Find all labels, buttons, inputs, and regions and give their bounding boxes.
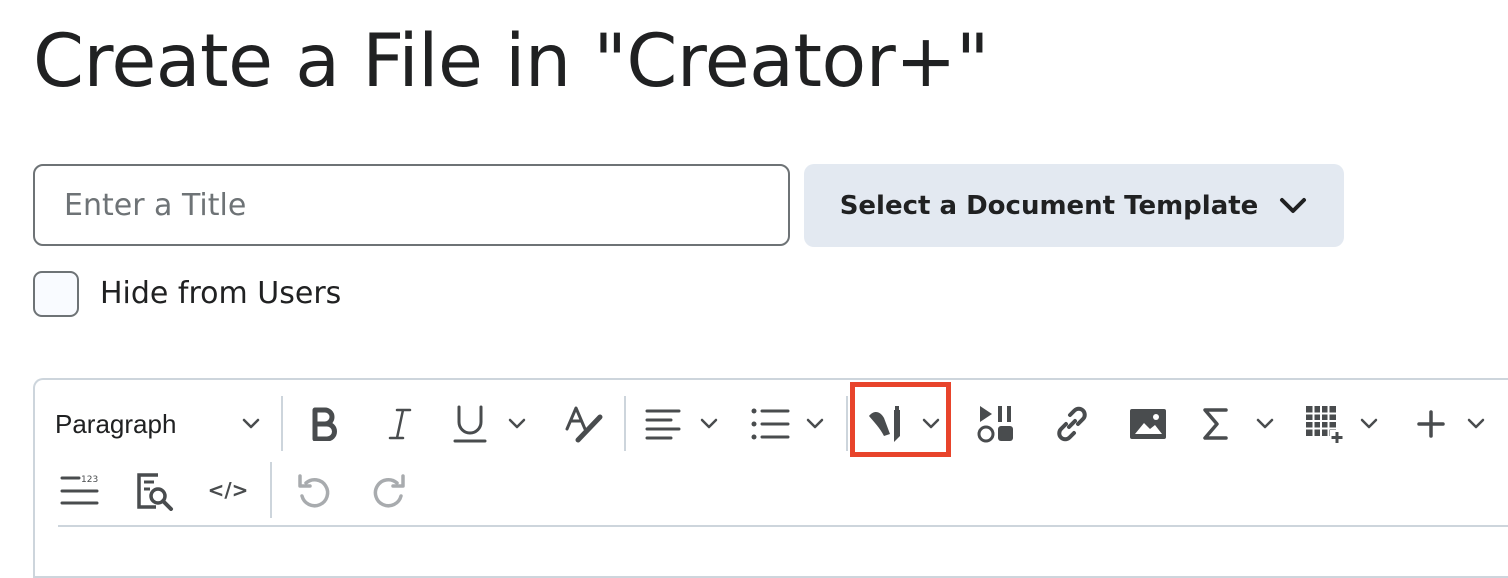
highlight-box <box>850 382 951 457</box>
word-count-button[interactable]: 123 <box>55 467 103 515</box>
redo-button[interactable] <box>365 467 413 515</box>
italic-icon <box>388 408 412 440</box>
image-button[interactable] <box>1124 400 1172 448</box>
word-count-glyph: 123 <box>81 475 98 485</box>
underline-icon <box>453 405 487 443</box>
align-left-icon <box>645 409 681 440</box>
align-button[interactable] <box>644 400 719 448</box>
block-format-dropdown[interactable]: Paragraph <box>55 400 261 448</box>
chevron-down-icon <box>1256 418 1274 429</box>
link-button[interactable] <box>1048 400 1096 448</box>
find-icon <box>137 473 173 511</box>
underline-button[interactable] <box>452 400 527 448</box>
toolbar-separator <box>281 396 283 451</box>
media-button[interactable] <box>972 400 1020 448</box>
hide-from-users-checkbox[interactable] <box>33 271 79 317</box>
hide-from-users-label: Hide from Users <box>100 276 342 311</box>
select-template-button[interactable]: Select a Document Template <box>804 164 1344 247</box>
media-icon <box>977 406 1013 443</box>
undo-button[interactable] <box>290 467 338 515</box>
more-button[interactable] <box>1416 400 1486 448</box>
toolbar-separator <box>270 462 272 518</box>
table-button[interactable] <box>1304 400 1379 448</box>
chevron-down-icon <box>700 418 718 429</box>
undo-icon <box>298 474 330 508</box>
chevron-down-icon <box>508 418 526 429</box>
toolbar-separator <box>624 396 626 451</box>
block-format-value: Paragraph <box>55 408 177 439</box>
equation-button[interactable] <box>1200 400 1275 448</box>
table-icon <box>1306 406 1344 444</box>
chevron-down-icon <box>242 418 260 429</box>
code-glyph: </> <box>208 478 248 502</box>
code-icon: </> <box>208 478 248 502</box>
italic-button[interactable] <box>376 400 424 448</box>
font-format-button[interactable] <box>560 400 608 448</box>
page-title: Create a File in "Creator+" <box>33 19 989 104</box>
image-icon <box>1130 409 1166 439</box>
redo-icon <box>373 474 405 508</box>
chevron-down-icon <box>806 418 824 429</box>
editor-toolbar-divider <box>58 525 1508 527</box>
select-template-label: Select a Document Template <box>839 190 1259 221</box>
chevron-down-icon <box>1360 418 1378 429</box>
title-input[interactable] <box>33 164 790 246</box>
chevron-down-icon <box>1280 197 1307 213</box>
link-icon <box>1057 406 1087 442</box>
bold-button[interactable] <box>300 400 348 448</box>
list-button[interactable] <box>750 400 825 448</box>
sigma-icon <box>1203 408 1228 440</box>
chevron-down-icon <box>1467 418 1485 429</box>
plus-icon <box>1417 410 1445 438</box>
source-code-button[interactable]: </> <box>204 467 252 515</box>
bold-icon <box>312 407 337 441</box>
find-replace-button[interactable] <box>130 467 178 515</box>
word-count-icon: 123 <box>60 475 99 505</box>
bullet-list-icon <box>751 408 790 440</box>
toolbar-separator <box>846 396 848 451</box>
text-format-icon <box>565 406 603 443</box>
